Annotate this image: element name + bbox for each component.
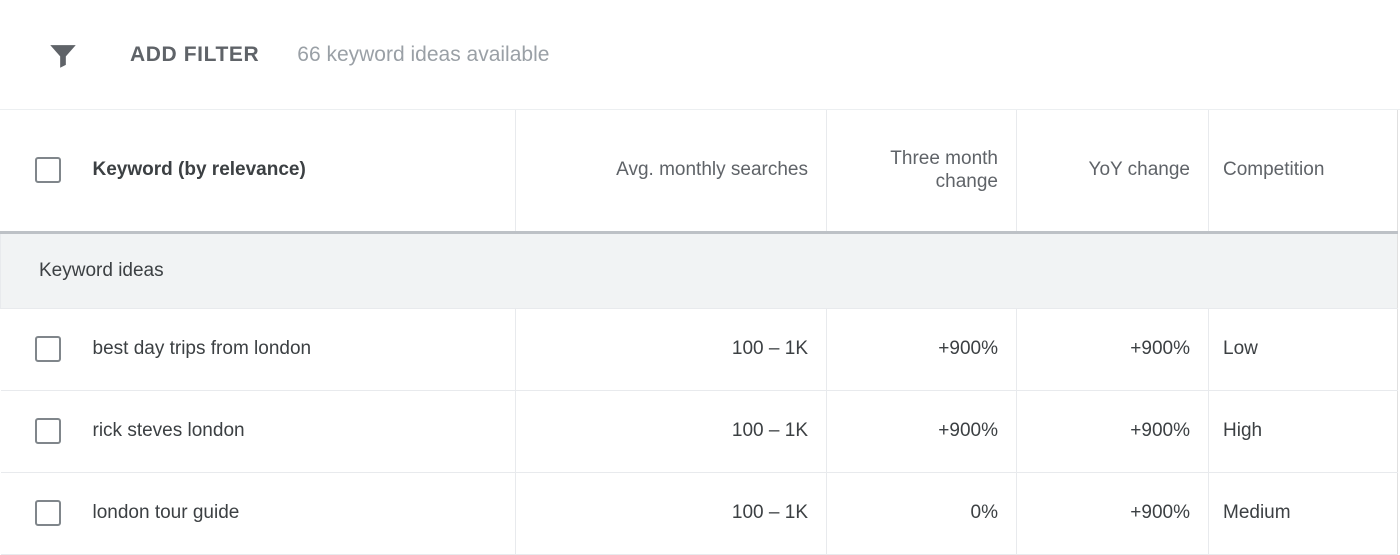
table-header: Keyword (by relevance) Avg. monthly sear… (0, 110, 1398, 234)
group-row-label: Keyword ideas (0, 232, 1398, 309)
column-header-yoy-change[interactable]: YoY change (1016, 110, 1209, 234)
keyword-link[interactable]: rick steves london (93, 420, 245, 442)
cell-keyword: best day trips from london (0, 308, 516, 391)
cell-keyword: london tour guide (0, 472, 516, 555)
keyword-link[interactable]: best day trips from london (93, 338, 312, 360)
table-header-row: Keyword (by relevance) Avg. monthly sear… (0, 110, 1398, 234)
table-body: Keyword ideas best day trips from london… (0, 232, 1398, 555)
add-filter-button[interactable]: ADD FILTER (130, 43, 259, 67)
row-checkbox[interactable] (34, 500, 61, 526)
keyword-ideas-count: 66 keyword ideas available (297, 42, 550, 66)
cell-yoy-change: +900% (1016, 472, 1209, 555)
keyword-ideas-table: Keyword (by relevance) Avg. monthly sear… (0, 110, 1398, 555)
column-header-keyword-label: Keyword (by relevance) (92, 159, 306, 181)
cell-avg-monthly-searches: 100 – 1K (515, 308, 827, 391)
row-checkbox[interactable] (34, 418, 61, 444)
cell-keyword: rick steves london (0, 390, 516, 473)
cell-avg-monthly-searches: 100 – 1K (515, 472, 827, 555)
cell-avg-monthly-searches: 100 – 1K (515, 390, 827, 473)
table-row[interactable]: best day trips from london 100 – 1K +900… (0, 308, 1398, 391)
column-header-keyword[interactable]: Keyword (by relevance) (0, 110, 516, 234)
cell-competition: Low (1208, 308, 1398, 391)
funnel-icon[interactable] (46, 38, 80, 72)
column-header-three-month-change[interactable]: Three month change (826, 110, 1017, 234)
cell-three-month-change: +900% (826, 390, 1017, 473)
filter-bar: ADD FILTER 66 keyword ideas available (0, 0, 1400, 110)
cell-yoy-change: +900% (1016, 308, 1209, 391)
column-header-competition[interactable]: Competition (1208, 110, 1398, 234)
column-header-avg-monthly-searches[interactable]: Avg. monthly searches (515, 110, 827, 234)
cell-three-month-change: +900% (826, 308, 1017, 391)
cell-yoy-change: +900% (1016, 390, 1209, 473)
group-row-keyword-ideas: Keyword ideas (0, 232, 1398, 309)
cell-competition: Medium (1208, 472, 1398, 555)
table-row[interactable]: london tour guide 100 – 1K 0% +900% Medi… (0, 472, 1398, 555)
select-all-checkbox[interactable] (34, 157, 61, 184)
keyword-link[interactable]: london tour guide (93, 502, 240, 524)
cell-three-month-change: 0% (826, 472, 1017, 555)
cell-competition: High (1208, 390, 1398, 473)
table-row[interactable]: rick steves london 100 – 1K +900% +900% … (0, 390, 1398, 473)
row-checkbox[interactable] (34, 336, 61, 362)
